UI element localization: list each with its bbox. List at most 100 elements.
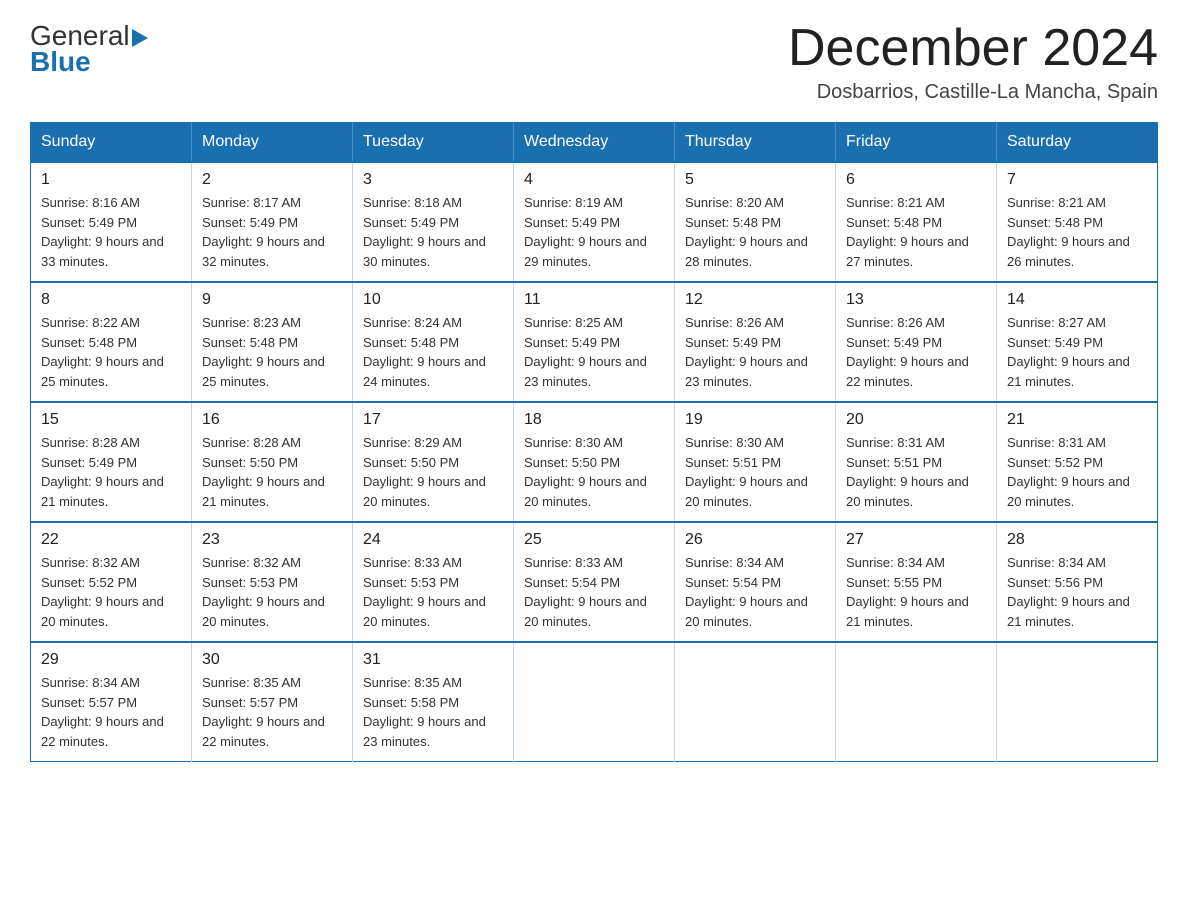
- day-info: Sunrise: 8:35 AMSunset: 5:58 PMDaylight:…: [363, 673, 503, 751]
- calendar-day-cell: 7 Sunrise: 8:21 AMSunset: 5:48 PMDaylight…: [997, 162, 1158, 282]
- day-info: Sunrise: 8:29 AMSunset: 5:50 PMDaylight:…: [363, 433, 503, 511]
- calendar-day-cell: 9Sunrise: 8:23 AMSunset: 5:48 PMDaylight…: [192, 282, 353, 402]
- calendar-day-cell: 20Sunrise: 8:31 AMSunset: 5:51 PMDayligh…: [836, 402, 997, 522]
- day-info: Sunrise: 8:18 AMSunset: 5:49 PMDaylight:…: [363, 193, 503, 271]
- calendar-day-cell: 10 Sunrise: 8:24 AMSunset: 5:48 PMDayligh…: [353, 282, 514, 402]
- day-number: 21: [1007, 411, 1147, 429]
- day-number: 4: [524, 171, 664, 189]
- day-info: Sunrise: 8:17 AMSunset: 5:49 PMDaylight:…: [202, 193, 342, 271]
- day-info: Sunrise: 8:30 AMSunset: 5:51 PMDaylight:…: [685, 433, 825, 511]
- calendar-day-header: Saturday: [997, 123, 1158, 163]
- day-info: Sunrise: 8:32 AMSunset: 5:52 PMDaylight:…: [41, 553, 181, 631]
- day-number: 17: [363, 411, 503, 429]
- day-info: Sunrise: 8:34 AMSunset: 5:56 PMDaylight:…: [1007, 553, 1147, 631]
- calendar-day-cell: 21 Sunrise: 8:31 AMSunset: 5:52 PMDayligh…: [997, 402, 1158, 522]
- day-number: 8: [41, 291, 181, 309]
- calendar-day-cell: 23Sunrise: 8:32 AMSunset: 5:53 PMDayligh…: [192, 522, 353, 642]
- calendar-day-cell: 16Sunrise: 8:28 AMSunset: 5:50 PMDayligh…: [192, 402, 353, 522]
- calendar-week-row: 8 Sunrise: 8:22 AMSunset: 5:48 PMDaylight…: [31, 282, 1158, 402]
- calendar-day-cell: 6 Sunrise: 8:21 AMSunset: 5:48 PMDaylight…: [836, 162, 997, 282]
- day-number: 30: [202, 651, 342, 669]
- day-number: 26: [685, 531, 825, 549]
- calendar-day-cell: 28Sunrise: 8:34 AMSunset: 5:56 PMDayligh…: [997, 522, 1158, 642]
- day-number: 5: [685, 171, 825, 189]
- calendar-header-row: SundayMondayTuesdayWednesdayThursdayFrid…: [31, 123, 1158, 163]
- calendar-day-cell: 2 Sunrise: 8:17 AMSunset: 5:49 PMDaylight…: [192, 162, 353, 282]
- calendar-day-cell: 15 Sunrise: 8:28 AMSunset: 5:49 PMDayligh…: [31, 402, 192, 522]
- calendar-day-cell: 22 Sunrise: 8:32 AMSunset: 5:52 PMDayligh…: [31, 522, 192, 642]
- calendar-day-header: Sunday: [31, 123, 192, 163]
- calendar-day-cell: 31 Sunrise: 8:35 AMSunset: 5:58 PMDayligh…: [353, 642, 514, 762]
- day-number: 27: [846, 531, 986, 549]
- day-info: Sunrise: 8:34 AMSunset: 5:54 PMDaylight:…: [685, 553, 825, 631]
- day-info: Sunrise: 8:19 AMSunset: 5:49 PMDaylight:…: [524, 193, 664, 271]
- day-number: 15: [41, 411, 181, 429]
- day-number: 18: [524, 411, 664, 429]
- calendar-day-cell: [997, 642, 1158, 762]
- day-number: 31: [363, 651, 503, 669]
- calendar-table: SundayMondayTuesdayWednesdayThursdayFrid…: [30, 122, 1158, 762]
- day-info: Sunrise: 8:23 AMSunset: 5:48 PMDaylight:…: [202, 313, 342, 391]
- calendar-day-header: Tuesday: [353, 123, 514, 163]
- calendar-day-cell: 4 Sunrise: 8:19 AMSunset: 5:49 PMDaylight…: [514, 162, 675, 282]
- day-number: 6: [846, 171, 986, 189]
- calendar-week-row: 22 Sunrise: 8:32 AMSunset: 5:52 PMDayligh…: [31, 522, 1158, 642]
- day-number: 14: [1007, 291, 1147, 309]
- page-header: General Blue December 2024 Dosbarrios, C…: [30, 20, 1158, 104]
- day-number: 7: [1007, 171, 1147, 189]
- day-info: Sunrise: 8:26 AMSunset: 5:49 PMDaylight:…: [685, 313, 825, 391]
- day-info: Sunrise: 8:27 AMSunset: 5:49 PMDaylight:…: [1007, 313, 1147, 391]
- day-info: Sunrise: 8:34 AMSunset: 5:55 PMDaylight:…: [846, 553, 986, 631]
- day-info: Sunrise: 8:22 AMSunset: 5:48 PMDaylight:…: [41, 313, 181, 391]
- day-number: 24: [363, 531, 503, 549]
- calendar-day-cell: 17 Sunrise: 8:29 AMSunset: 5:50 PMDayligh…: [353, 402, 514, 522]
- calendar-day-cell: 25Sunrise: 8:33 AMSunset: 5:54 PMDayligh…: [514, 522, 675, 642]
- logo: General Blue: [30, 20, 148, 78]
- day-number: 11: [524, 291, 664, 309]
- calendar-day-cell: [675, 642, 836, 762]
- calendar-day-header: Thursday: [675, 123, 836, 163]
- day-number: 22: [41, 531, 181, 549]
- calendar-day-cell: 8 Sunrise: 8:22 AMSunset: 5:48 PMDaylight…: [31, 282, 192, 402]
- day-number: 1: [41, 171, 181, 189]
- calendar-day-cell: 1Sunrise: 8:16 AMSunset: 5:49 PMDaylight…: [31, 162, 192, 282]
- day-info: Sunrise: 8:21 AMSunset: 5:48 PMDaylight:…: [846, 193, 986, 271]
- calendar-week-row: 1Sunrise: 8:16 AMSunset: 5:49 PMDaylight…: [31, 162, 1158, 282]
- day-number: 10: [363, 291, 503, 309]
- calendar-day-cell: [514, 642, 675, 762]
- logo-blue-text: Blue: [30, 46, 148, 78]
- calendar-day-cell: 19 Sunrise: 8:30 AMSunset: 5:51 PMDayligh…: [675, 402, 836, 522]
- calendar-day-cell: 18 Sunrise: 8:30 AMSunset: 5:50 PMDayligh…: [514, 402, 675, 522]
- title-area: December 2024 Dosbarrios, Castille-La Ma…: [788, 20, 1158, 104]
- calendar-day-cell: 13 Sunrise: 8:26 AMSunset: 5:49 PMDayligh…: [836, 282, 997, 402]
- month-title: December 2024: [788, 20, 1158, 77]
- calendar-week-row: 29 Sunrise: 8:34 AMSunset: 5:57 PMDayligh…: [31, 642, 1158, 762]
- day-number: 13: [846, 291, 986, 309]
- calendar-day-cell: 26 Sunrise: 8:34 AMSunset: 5:54 PMDayligh…: [675, 522, 836, 642]
- calendar-day-cell: 5 Sunrise: 8:20 AMSunset: 5:48 PMDaylight…: [675, 162, 836, 282]
- calendar-day-cell: [836, 642, 997, 762]
- calendar-day-cell: 30Sunrise: 8:35 AMSunset: 5:57 PMDayligh…: [192, 642, 353, 762]
- day-number: 2: [202, 171, 342, 189]
- calendar-day-cell: 14 Sunrise: 8:27 AMSunset: 5:49 PMDayligh…: [997, 282, 1158, 402]
- day-info: Sunrise: 8:30 AMSunset: 5:50 PMDaylight:…: [524, 433, 664, 511]
- day-number: 19: [685, 411, 825, 429]
- day-info: Sunrise: 8:34 AMSunset: 5:57 PMDaylight:…: [41, 673, 181, 751]
- day-number: 29: [41, 651, 181, 669]
- calendar-day-header: Friday: [836, 123, 997, 163]
- calendar-day-header: Wednesday: [514, 123, 675, 163]
- day-number: 23: [202, 531, 342, 549]
- day-info: Sunrise: 8:20 AMSunset: 5:48 PMDaylight:…: [685, 193, 825, 271]
- day-info: Sunrise: 8:24 AMSunset: 5:48 PMDaylight:…: [363, 313, 503, 391]
- day-info: Sunrise: 8:21 AMSunset: 5:48 PMDaylight:…: [1007, 193, 1147, 271]
- day-number: 25: [524, 531, 664, 549]
- calendar-day-cell: 3 Sunrise: 8:18 AMSunset: 5:49 PMDaylight…: [353, 162, 514, 282]
- day-info: Sunrise: 8:25 AMSunset: 5:49 PMDaylight:…: [524, 313, 664, 391]
- day-info: Sunrise: 8:31 AMSunset: 5:52 PMDaylight:…: [1007, 433, 1147, 511]
- calendar-day-cell: 24Sunrise: 8:33 AMSunset: 5:53 PMDayligh…: [353, 522, 514, 642]
- calendar-day-cell: 29 Sunrise: 8:34 AMSunset: 5:57 PMDayligh…: [31, 642, 192, 762]
- calendar-day-cell: 12Sunrise: 8:26 AMSunset: 5:49 PMDayligh…: [675, 282, 836, 402]
- day-info: Sunrise: 8:26 AMSunset: 5:49 PMDaylight:…: [846, 313, 986, 391]
- day-info: Sunrise: 8:28 AMSunset: 5:49 PMDaylight:…: [41, 433, 181, 511]
- day-number: 3: [363, 171, 503, 189]
